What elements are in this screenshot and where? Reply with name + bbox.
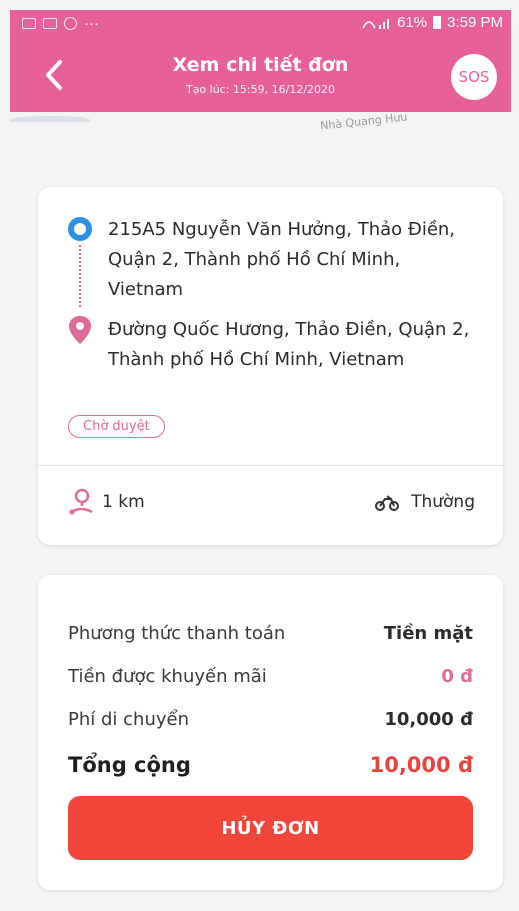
motorbike-icon — [375, 495, 399, 511]
promo-row: Tiền được khuyến mãi 0 đ — [68, 666, 473, 687]
status-notifications: ··· — [22, 15, 99, 32]
divider — [38, 465, 503, 466]
distance-icon — [69, 488, 93, 515]
status-badge: Chờ duyệt — [68, 415, 165, 438]
created-time: Tạo lúc: 15:59, 16/12/2020 — [185, 83, 336, 96]
cancel-order-button[interactable]: HỦY ĐƠN — [68, 796, 473, 860]
status-system: 61% 3:59 PM — [361, 14, 503, 31]
fee-label: Phí di chuyển — [68, 709, 189, 730]
app-bar: Xem chi tiết đơn Tạo lúc: 15:59, 16/12/2… — [10, 38, 511, 112]
promo-value: 0 đ — [441, 666, 473, 687]
route-connector — [79, 245, 81, 307]
payment-method-value: Tiền mặt — [383, 623, 473, 644]
total-value: 10,000 đ — [369, 753, 473, 777]
status-bar: ··· 61% 3:59 PM — [10, 10, 511, 38]
image-icon — [43, 18, 57, 29]
promo-label: Tiền được khuyến mãi — [68, 666, 267, 687]
payment-card: Phương thức thanh toán Tiền mặt Tiền đượ… — [38, 575, 503, 890]
fee-value: 10,000 đ — [384, 709, 473, 730]
route-card: 215A5 Nguyễn Văn Hưởng, Thảo Điền, Quận … — [38, 187, 503, 545]
vehicle-type: Thường — [411, 492, 475, 512]
dropoff-address: Đường Quốc Hương, Thảo Điền, Quận 2, Thà… — [108, 319, 470, 370]
payment-method-label: Phương thức thanh toán — [68, 623, 286, 644]
dropoff-pin-icon — [69, 316, 91, 344]
message-icon — [22, 18, 36, 29]
signal-icon — [362, 18, 390, 29]
fee-row: Phí di chuyển 10,000 đ — [68, 709, 473, 730]
distance-value: 1 km — [102, 492, 145, 512]
pickup-address: 215A5 Nguyễn Văn Hưởng, Thảo Điền, Quận … — [108, 219, 456, 300]
battery-icon — [433, 16, 442, 29]
page-title: Xem chi tiết đơn — [172, 54, 349, 76]
battery-percent: 61% — [397, 14, 428, 31]
more-icon: ··· — [84, 15, 99, 32]
pickup-marker-icon — [68, 217, 92, 241]
sos-button[interactable]: SOS — [451, 54, 497, 100]
at-icon — [64, 17, 77, 30]
map-road — [10, 116, 90, 126]
clock: 3:59 PM — [447, 14, 503, 31]
map-street-label: Nhà Quang Hưu — [319, 112, 408, 133]
total-label: Tổng cộng — [68, 753, 191, 777]
payment-method-row: Phương thức thanh toán Tiền mặt — [68, 623, 473, 644]
map-preview: Nhà Quang Hưu — [10, 112, 511, 150]
total-row: Tổng cộng 10,000 đ — [68, 753, 473, 777]
